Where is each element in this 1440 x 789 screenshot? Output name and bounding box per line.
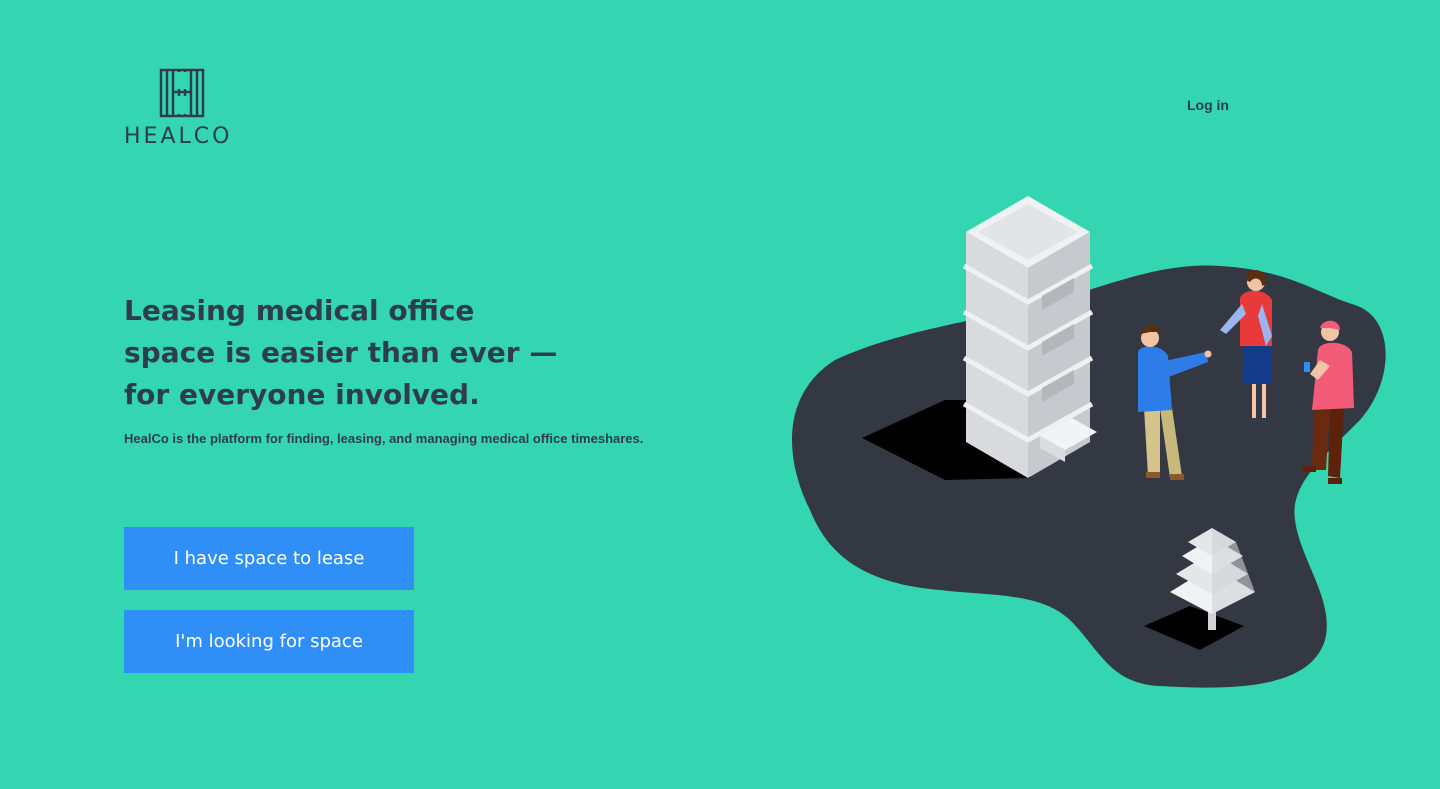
office-building bbox=[962, 196, 1097, 478]
headline-line: space is easier than ever — bbox=[124, 336, 558, 369]
headline-line: for everyone involved. bbox=[124, 378, 480, 411]
logo-wordmark: HEALCO bbox=[124, 124, 233, 149]
find-space-button[interactable]: I'm looking for space bbox=[124, 610, 414, 673]
headline-line: Leasing medical office bbox=[124, 294, 475, 327]
lease-space-button[interactable]: I have space to lease bbox=[124, 527, 414, 590]
healco-logo[interactable]: HEALCO bbox=[124, 68, 244, 152]
hero-headline: Leasing medical office space is easier t… bbox=[124, 290, 558, 416]
office-illustration bbox=[792, 196, 1386, 688]
login-link[interactable]: Log in bbox=[1187, 97, 1229, 113]
h-monogram-icon bbox=[159, 68, 205, 118]
hero-subheadline: HealCo is the platform for finding, leas… bbox=[124, 431, 644, 446]
